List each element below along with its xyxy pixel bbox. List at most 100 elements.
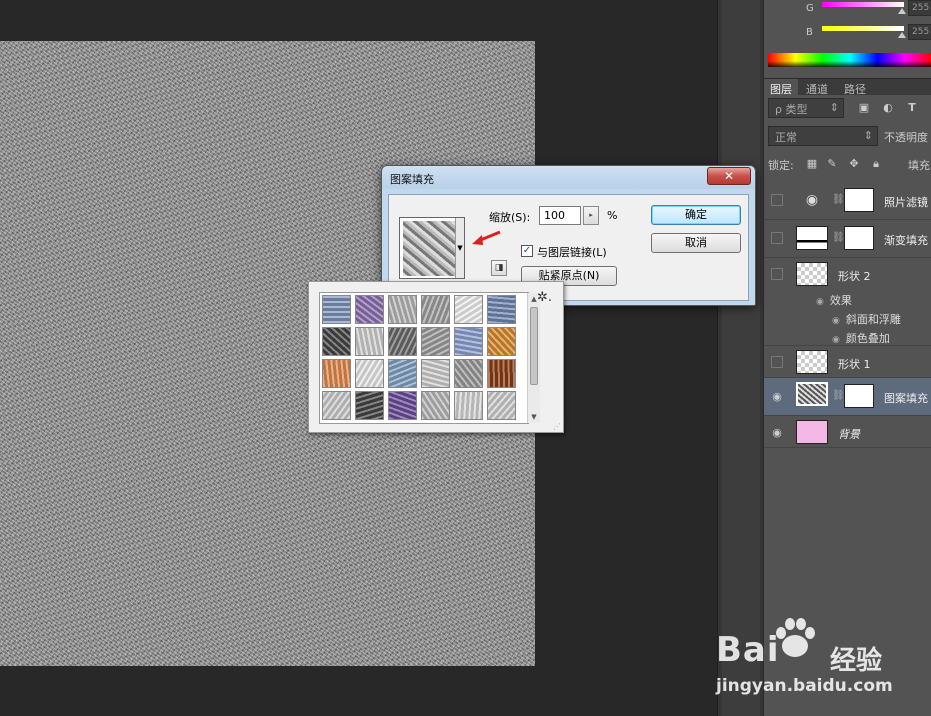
pattern-swatch[interactable] xyxy=(487,359,516,388)
pattern-swatch[interactable] xyxy=(322,295,351,324)
ok-button[interactable]: 确定 xyxy=(651,205,741,225)
color-channel-g[interactable]: G 255 xyxy=(764,0,931,20)
layer-name: 渐变填充 xyxy=(884,234,928,247)
pattern-swatch[interactable] xyxy=(487,327,516,356)
pattern-fill-thumb xyxy=(796,382,828,406)
cancel-button[interactable]: 取消 xyxy=(651,233,741,253)
paw-icon xyxy=(776,618,815,657)
pattern-swatch[interactable] xyxy=(421,359,450,388)
red-arrow-annotation xyxy=(472,230,501,245)
watermark-brand: Bai xyxy=(716,630,780,670)
scale-stepper[interactable]: ▸ xyxy=(583,206,599,225)
pattern-swatch[interactable] xyxy=(355,359,384,388)
layer-mask[interactable] xyxy=(844,188,874,212)
pattern-swatch[interactable] xyxy=(355,391,384,420)
color-channel-b[interactable]: B 255 xyxy=(764,24,931,44)
link-with-layer-checkbox[interactable]: ✓ xyxy=(521,245,533,257)
scroll-thumb[interactable] xyxy=(530,307,538,385)
layer-name: 形状 2 xyxy=(838,270,871,283)
pattern-swatch-grid: ▲ ▼ xyxy=(319,292,540,424)
adjustment-filter-icon[interactable]: ◐ xyxy=(882,102,894,114)
pattern-swatch[interactable] xyxy=(421,295,450,324)
layer-row[interactable]: ◉ 背景 xyxy=(764,416,931,448)
close-button[interactable]: ✕ xyxy=(707,167,751,185)
pattern-swatch[interactable] xyxy=(322,359,351,388)
eye-icon[interactable]: ◉ xyxy=(770,426,784,440)
new-preset-icon[interactable]: ◨ xyxy=(491,260,507,276)
scale-label: 缩放(S): xyxy=(489,211,531,224)
gear-icon[interactable]: ✲. xyxy=(537,290,552,305)
shape-thumb xyxy=(796,350,828,374)
scroll-down-icon[interactable]: ▼ xyxy=(528,411,540,423)
visibility-toggle[interactable] xyxy=(771,268,783,280)
slider-handle[interactable] xyxy=(898,32,906,38)
slider-handle[interactable] xyxy=(898,8,906,14)
effects-item[interactable]: ◉ 效果 xyxy=(816,292,852,308)
percent-label: % xyxy=(607,209,618,222)
pattern-swatch[interactable] xyxy=(388,359,417,388)
pattern-swatch[interactable] xyxy=(355,295,384,324)
pattern-swatch[interactable] xyxy=(454,391,483,420)
channel-slider[interactable] xyxy=(822,26,904,31)
pattern-swatch[interactable] xyxy=(454,295,483,324)
visibility-toggle[interactable] xyxy=(771,356,783,368)
pattern-swatch[interactable] xyxy=(421,327,450,356)
lock-pixels-icon[interactable]: ✎ xyxy=(826,158,838,170)
pattern-swatch[interactable] xyxy=(487,391,516,420)
pattern-swatch[interactable] xyxy=(454,359,483,388)
effect-color-overlay[interactable]: ◉ 颜色叠加 xyxy=(832,330,890,346)
channel-value[interactable]: 255 xyxy=(908,24,931,40)
type-filter-icon[interactable]: T xyxy=(906,102,918,114)
blend-mode-select[interactable]: 正常 ⇕ xyxy=(768,126,878,146)
layer-filter-select[interactable]: ρ 类型 ⇕ xyxy=(768,98,844,118)
layer-row[interactable]: ◉ ⛓ 照片滤镜 xyxy=(764,182,931,220)
tab-channels[interactable]: 通道 xyxy=(800,79,834,96)
pattern-swatch[interactable] xyxy=(421,391,450,420)
tab-paths[interactable]: 路径 xyxy=(838,79,872,96)
pattern-preview[interactable]: ▼ xyxy=(399,217,465,279)
layer-mask[interactable] xyxy=(844,226,874,250)
tab-layers[interactable]: 图层 xyxy=(764,79,798,96)
layer-row[interactable]: ⛓ 渐变填充 xyxy=(764,220,931,258)
pattern-swatch[interactable] xyxy=(355,327,384,356)
layers-tabs: 图层 通道 路径 xyxy=(764,78,931,96)
effect-bevel-emboss[interactable]: ◉ 斜面和浮雕 xyxy=(832,311,901,327)
visibility-toggle[interactable] xyxy=(771,194,783,206)
lock-transparent-icon[interactable]: ▦ xyxy=(806,158,818,170)
link-icon: ⛓ xyxy=(832,194,845,205)
pattern-swatch[interactable] xyxy=(322,327,351,356)
resize-grip-icon[interactable]: ⋰ xyxy=(553,422,561,431)
baidu-watermark: Bai 经验 jingyan.baidu.com xyxy=(712,612,912,712)
gradient-thumb xyxy=(796,226,828,250)
dialog-title: 图案填充 xyxy=(390,173,434,186)
link-icon: ⛓ xyxy=(832,390,845,401)
adjustment-icon: ◉ xyxy=(796,188,828,212)
image-filter-icon[interactable]: ▣ xyxy=(858,102,870,114)
layer-row[interactable]: 形状 2 ◉ 效果 ◉ 斜面和浮雕 ◉ 颜色叠加 xyxy=(764,258,931,346)
pattern-swatch[interactable] xyxy=(322,391,351,420)
lock-position-icon[interactable]: ✥ xyxy=(848,158,860,170)
pattern-swatch[interactable] xyxy=(388,295,417,324)
scale-input[interactable]: 100 xyxy=(539,206,581,225)
pattern-swatch[interactable] xyxy=(388,327,417,356)
shape-thumb xyxy=(796,262,828,286)
channel-label: G xyxy=(806,3,814,14)
visibility-toggle[interactable] xyxy=(771,232,783,244)
lock-label: 锁定: xyxy=(768,159,794,172)
link-with-layer-label: 与图层链接(L) xyxy=(537,246,607,259)
channel-value[interactable]: 255 xyxy=(908,0,931,16)
picker-scrollbar[interactable]: ▲ ▼ xyxy=(527,293,540,423)
lock-all-icon[interactable]: 🔒︎ xyxy=(870,158,882,170)
color-spectrum[interactable] xyxy=(768,53,931,67)
layer-mask[interactable] xyxy=(844,384,874,408)
pattern-swatch[interactable] xyxy=(388,391,417,420)
background-thumb xyxy=(796,420,828,444)
layer-name: 照片滤镜 xyxy=(884,196,928,209)
layer-row-selected[interactable]: ◉ ⛓ 图案填充 xyxy=(764,378,931,416)
layer-row[interactable]: 形状 1 xyxy=(764,346,931,378)
pattern-dropdown-arrow[interactable]: ▼ xyxy=(455,218,464,278)
pattern-swatch[interactable] xyxy=(487,295,516,324)
channel-slider[interactable] xyxy=(822,2,904,7)
eye-icon[interactable]: ◉ xyxy=(770,390,784,404)
pattern-swatch[interactable] xyxy=(454,327,483,356)
